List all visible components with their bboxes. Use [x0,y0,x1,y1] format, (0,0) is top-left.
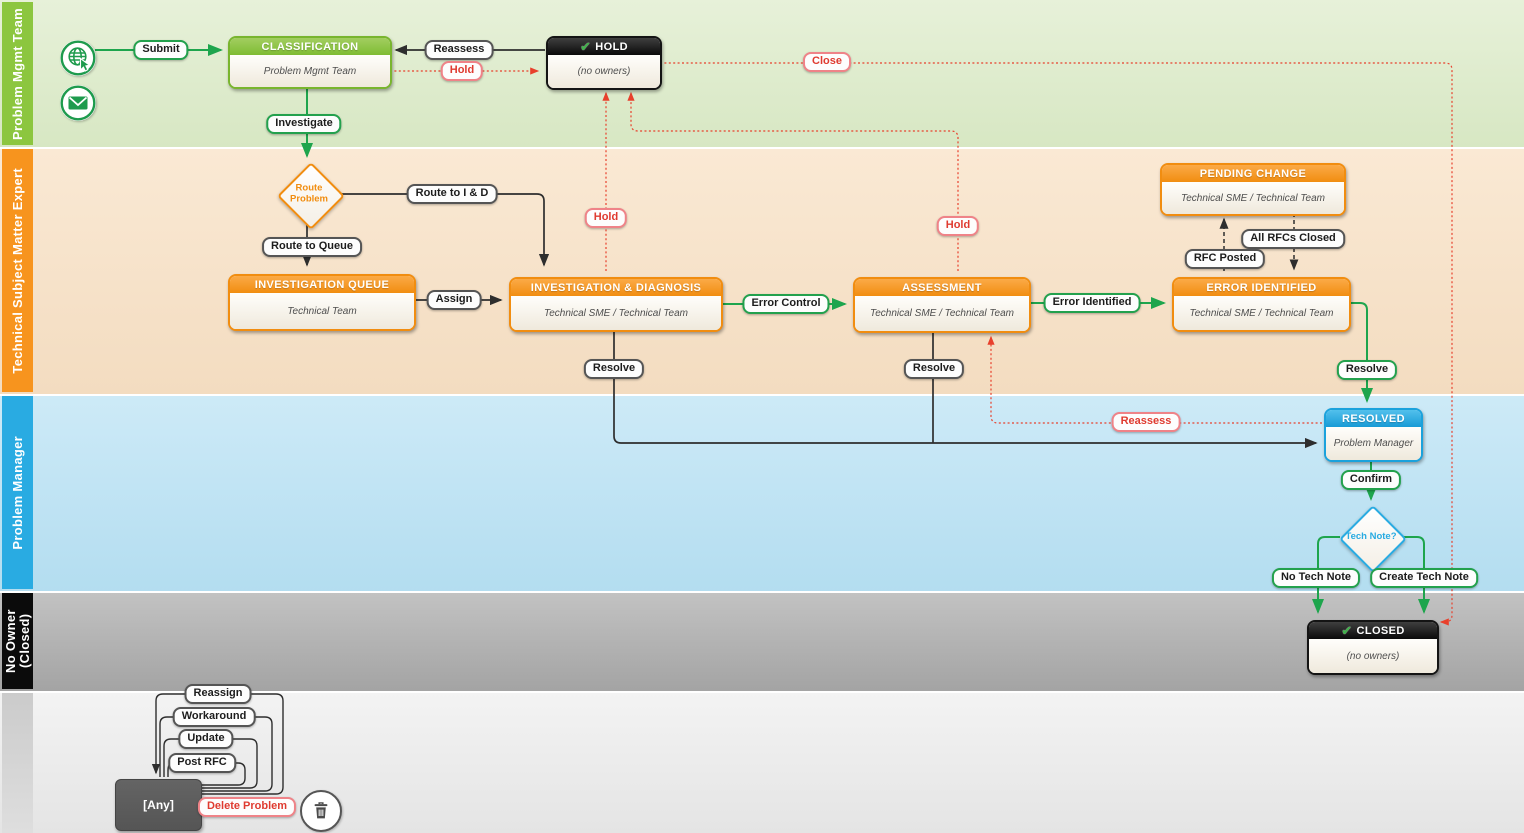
state-hold-header: ✔ HOLD [548,38,660,55]
transition-error-identified[interactable]: Error Identified [1044,293,1141,313]
transition-route-to-queue[interactable]: Route to Queue [262,237,362,257]
transition-investigate[interactable]: Investigate [266,114,341,134]
state-investigation-queue[interactable]: INVESTIGATION QUEUE Technical Team [228,274,416,331]
state-investigation-queue-title: INVESTIGATION QUEUE [230,276,414,293]
state-assessment-title: ASSESSMENT [855,279,1029,296]
transition-reassess-to-classification[interactable]: Reassess [425,40,494,60]
transition-assign[interactable]: Assign [427,290,482,310]
state-resolved[interactable]: RESOLVED Problem Manager [1324,408,1423,462]
transition-hold-from-classification[interactable]: Hold [441,61,483,81]
state-resolved-title: RESOLVED [1326,410,1421,427]
transition-hold-from-assessment[interactable]: Hold [937,216,979,236]
email-entry[interactable] [60,85,96,121]
state-hold[interactable]: ✔ HOLD (no owners) [546,36,662,90]
state-error-identified-owner: Technical SME / Technical Team [1174,296,1349,330]
transition-create-tech-note[interactable]: Create Tech Note [1370,568,1478,588]
trash-icon [310,800,332,822]
transition-all-rfcs-closed[interactable]: All RFCs Closed [1241,229,1345,249]
decision-tech-note-label: Tech Note? [1341,532,1401,543]
transition-reassess-from-resolved[interactable]: Reassess [1112,412,1181,432]
state-assessment-owner: Technical SME / Technical Team [855,296,1029,331]
globe-cursor-icon [60,40,96,76]
transition-route-to-i-and-d[interactable]: Route to I & D [407,184,498,204]
transition-post-rfc[interactable]: Post RFC [168,753,236,773]
transition-update[interactable]: Update [178,729,233,749]
state-investigation-diagnosis-owner: Technical SME / Technical Team [511,296,721,330]
state-investigation-diagnosis-title: INVESTIGATION & DIAGNOSIS [511,279,721,296]
state-any[interactable]: [Any] [115,779,202,831]
state-classification-owner: Problem Mgmt Team [230,55,390,87]
workflow-canvas: Problem Mgmt Team Technical Subject Matt… [0,0,1524,833]
transition-resolve-from-assessment[interactable]: Resolve [904,359,964,379]
state-closed-owner: (no owners) [1309,639,1437,673]
state-pending-change-owner: Technical SME / Technical Team [1162,182,1344,214]
decision-route-problem-label: Route Problem [286,184,332,205]
state-classification[interactable]: CLASSIFICATION Problem Mgmt Team [228,36,392,89]
state-assessment[interactable]: ASSESSMENT Technical SME / Technical Tea… [853,277,1031,333]
check-icon: ✔ [1341,626,1352,636]
envelope-icon [60,85,96,121]
check-icon: ✔ [580,42,591,52]
transition-close[interactable]: Close [803,52,851,72]
state-resolved-owner: Problem Manager [1326,427,1421,460]
transition-confirm[interactable]: Confirm [1341,470,1401,490]
transition-reassign[interactable]: Reassign [185,684,252,704]
state-pending-change[interactable]: PENDING CHANGE Technical SME / Technical… [1160,163,1346,216]
state-hold-title: HOLD [595,41,628,53]
transition-delete-problem[interactable]: Delete Problem [198,797,296,817]
state-closed[interactable]: ✔ CLOSED (no owners) [1307,620,1439,675]
transition-hold-from-diagnosis[interactable]: Hold [585,208,627,228]
transition-error-control[interactable]: Error Control [742,294,829,314]
state-hold-owner: (no owners) [548,55,660,88]
state-classification-title: CLASSIFICATION [230,38,390,55]
web-submit-entry[interactable] [60,40,96,76]
state-closed-title: CLOSED [1357,625,1405,637]
state-error-identified[interactable]: ERROR IDENTIFIED Technical SME / Technic… [1172,277,1351,332]
state-closed-header: ✔ CLOSED [1309,622,1437,639]
state-investigation-diagnosis[interactable]: INVESTIGATION & DIAGNOSIS Technical SME … [509,277,723,332]
state-error-identified-title: ERROR IDENTIFIED [1174,279,1349,296]
transition-rfc-posted[interactable]: RFC Posted [1185,249,1265,269]
transition-resolve-from-diagnosis[interactable]: Resolve [584,359,644,379]
transition-no-tech-note[interactable]: No Tech Note [1272,568,1360,588]
state-pending-change-title: PENDING CHANGE [1162,165,1344,182]
delete-target[interactable] [300,790,342,832]
state-any-label: [Any] [143,798,174,812]
state-investigation-queue-owner: Technical Team [230,293,414,329]
transition-submit[interactable]: Submit [133,40,188,60]
transition-resolve-from-error[interactable]: Resolve [1337,360,1397,380]
transition-workaround[interactable]: Workaround [173,707,256,727]
